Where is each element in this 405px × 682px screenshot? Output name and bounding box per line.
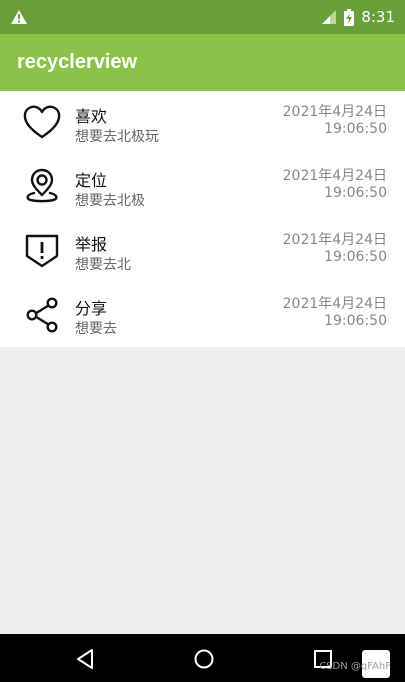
navigation-bar: CSDN @qFAhF: [0, 634, 405, 682]
list-item[interactable]: 喜欢 想要去北极玩 2021年4月24日 19:06:50: [0, 91, 405, 155]
report-shield-icon: [25, 234, 59, 268]
app-title: recyclerview: [17, 51, 138, 73]
item-date: 2021年4月24日: [282, 296, 387, 312]
signal-icon: [322, 10, 337, 24]
location-pin-icon: [26, 168, 58, 203]
item-subtitle: 想要去北: [75, 257, 131, 273]
watermark-text: CSDN @qFAhF: [319, 661, 391, 672]
heart-icon: [23, 105, 61, 139]
list-item[interactable]: 分享 想要去 2021年4月24日 19:06:50: [0, 283, 405, 347]
item-time: 19:06:50: [324, 313, 387, 329]
item-date: 2021年4月24日: [282, 168, 387, 184]
share-icon: [26, 297, 58, 333]
item-title: 分享: [75, 299, 108, 318]
item-title: 喜欢: [75, 107, 108, 126]
item-date: 2021年4月24日: [282, 104, 387, 120]
item-datetime: 2021年4月24日 19:06:50: [283, 104, 387, 138]
item-title: 定位: [75, 171, 108, 190]
list-item[interactable]: 举报 想要去北 2021年4月24日 19:06:50: [0, 219, 405, 283]
recycler-list[interactable]: 喜欢 想要去北极玩 2021年4月24日 19:06:50 定位 想要去北极 2…: [0, 91, 405, 347]
status-time: 8:31: [361, 8, 395, 26]
app-bar: recyclerview: [0, 34, 405, 91]
status-indicators: 8:31: [321, 8, 395, 26]
item-time: 19:06:50: [324, 185, 387, 201]
item-title: 举报: [75, 235, 108, 254]
battery-charging-icon: [344, 8, 355, 26]
item-date: 2021年4月24日: [282, 232, 387, 248]
home-icon[interactable]: [191, 646, 217, 672]
item-datetime: 2021年4月24日 19:06:50: [283, 296, 387, 330]
list-item[interactable]: 定位 想要去北极 2021年4月24日 19:06:50: [0, 155, 405, 219]
item-datetime: 2021年4月24日 19:06:50: [283, 168, 387, 202]
item-time: 19:06:50: [324, 121, 387, 137]
item-subtitle: 想要去北极玩: [75, 129, 159, 145]
item-datetime: 2021年4月24日 19:06:50: [283, 232, 387, 266]
item-time: 19:06:50: [324, 249, 387, 265]
item-subtitle: 想要去: [75, 321, 117, 337]
warning-icon: [11, 10, 27, 24]
status-bar: 8:31: [0, 0, 405, 34]
back-icon[interactable]: [72, 646, 98, 672]
item-subtitle: 想要去北极: [75, 193, 145, 209]
